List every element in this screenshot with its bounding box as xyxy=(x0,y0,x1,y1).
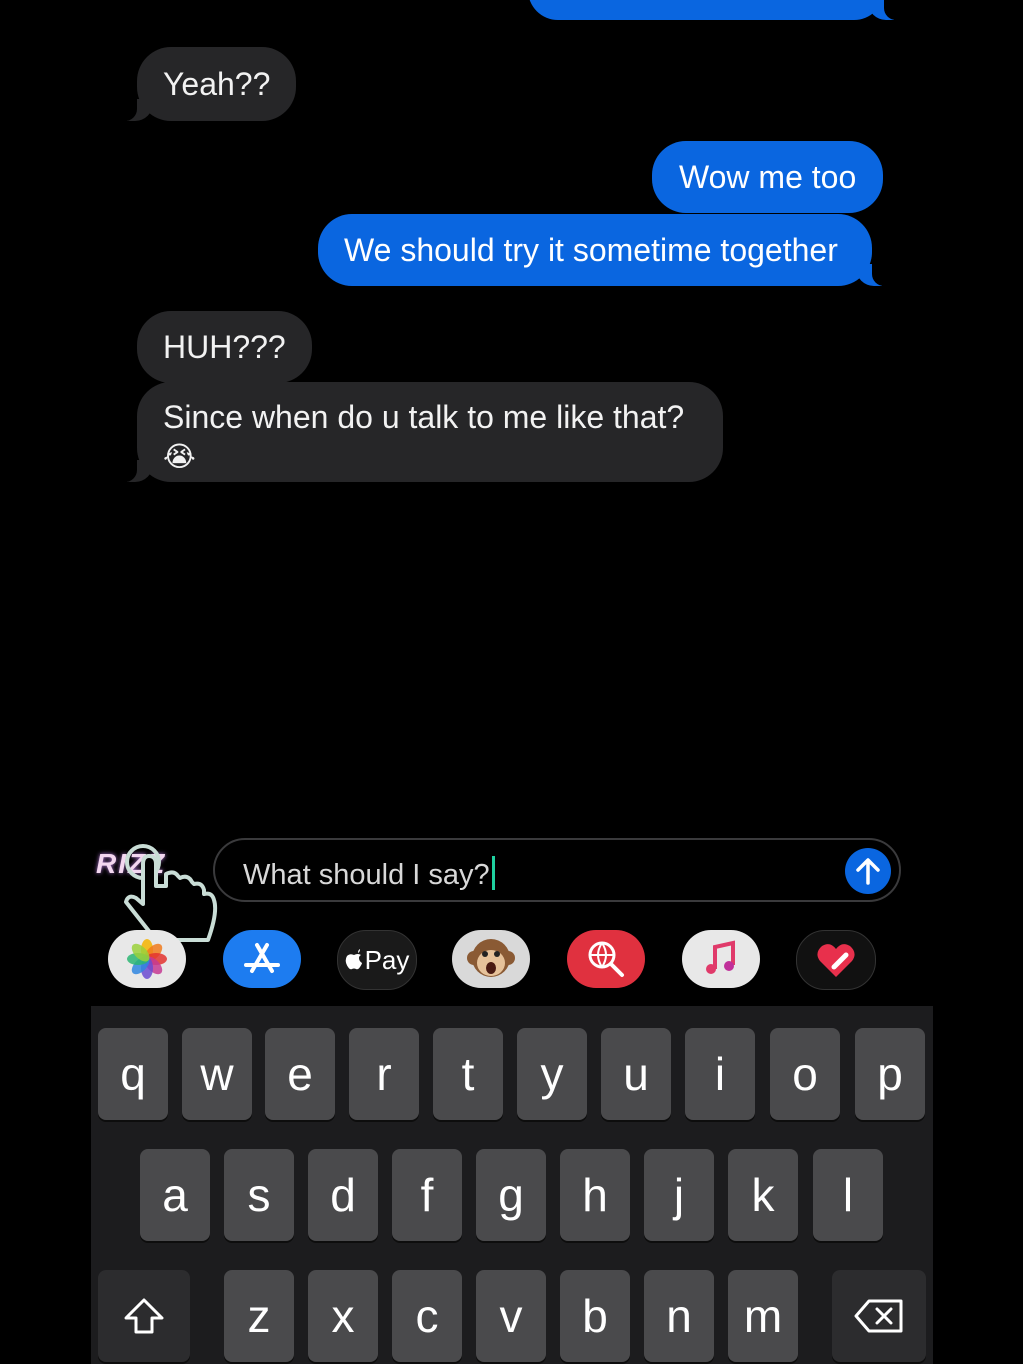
key-e[interactable]: e xyxy=(265,1028,335,1120)
web-search-button[interactable] xyxy=(567,930,645,988)
message-outgoing: We should try it sometime together xyxy=(318,214,894,286)
shift-icon xyxy=(124,1298,164,1334)
apple-pay-button[interactable]: Pay xyxy=(337,930,417,990)
message-text: We should try it sometime together xyxy=(344,232,838,268)
key-t[interactable]: t xyxy=(433,1028,503,1120)
message-incoming: Since when do u talk to me like that? 😭 xyxy=(115,382,723,482)
key-v[interactable]: v xyxy=(476,1270,546,1362)
text-cursor xyxy=(491,856,495,890)
key-k[interactable]: k xyxy=(728,1149,798,1241)
message-input-text: What should I say? xyxy=(243,859,490,891)
key-i[interactable]: i xyxy=(685,1028,755,1120)
message-text: HUH??? xyxy=(163,329,286,365)
key-a[interactable]: a xyxy=(140,1149,210,1241)
key-g[interactable]: g xyxy=(476,1149,546,1241)
key-q[interactable]: q xyxy=(98,1028,168,1120)
key-m[interactable]: m xyxy=(728,1270,798,1362)
key-r[interactable]: r xyxy=(349,1028,419,1120)
key-f[interactable]: f xyxy=(392,1149,462,1241)
app-store-button[interactable] xyxy=(223,930,301,988)
photos-icon xyxy=(127,939,167,979)
message-incoming: Yeah?? xyxy=(114,47,297,121)
key-l[interactable]: l xyxy=(813,1149,883,1241)
apple-pay-label: Pay xyxy=(364,944,410,975)
key-c[interactable]: c xyxy=(392,1270,462,1362)
delete-key[interactable] xyxy=(832,1270,926,1362)
animoji-button[interactable] xyxy=(452,930,530,988)
keyboard: q w e r t y u i o p a s d f g h j k l z … xyxy=(91,1006,933,1364)
arrow-up-icon xyxy=(856,858,880,885)
key-u[interactable]: u xyxy=(601,1028,671,1120)
music-button[interactable] xyxy=(682,930,760,988)
send-button[interactable] xyxy=(845,848,891,894)
key-d[interactable]: d xyxy=(308,1149,378,1241)
key-o[interactable]: o xyxy=(770,1028,840,1120)
key-y[interactable]: y xyxy=(517,1028,587,1120)
message-outgoing-partial xyxy=(528,0,906,20)
crying-emoji: 😭 xyxy=(163,441,196,472)
key-w[interactable]: w xyxy=(182,1028,252,1120)
app-store-icon xyxy=(244,943,280,973)
message-text: Wow me too xyxy=(679,159,857,195)
key-n[interactable]: n xyxy=(644,1270,714,1362)
globe-search-icon xyxy=(588,941,624,977)
monkey-icon xyxy=(467,939,515,977)
message-input[interactable]: What should I say? xyxy=(213,838,901,902)
message-text: Since when do u talk to me like that? xyxy=(163,399,685,435)
message-outgoing: Wow me too xyxy=(652,141,884,213)
message-text: Yeah?? xyxy=(163,66,271,102)
heart-icon xyxy=(817,944,855,977)
backspace-icon xyxy=(854,1299,903,1333)
key-h[interactable]: h xyxy=(560,1149,630,1241)
music-note-icon xyxy=(706,940,735,974)
key-s[interactable]: s xyxy=(224,1149,294,1241)
key-b[interactable]: b xyxy=(560,1270,630,1362)
key-j[interactable]: j xyxy=(644,1149,714,1241)
key-z[interactable]: z xyxy=(224,1270,294,1362)
apple-logo-icon xyxy=(345,949,362,970)
key-p[interactable]: p xyxy=(855,1028,925,1120)
message-incoming: HUH??? xyxy=(137,311,312,383)
key-x[interactable]: x xyxy=(308,1270,378,1362)
photos-app-button[interactable] xyxy=(108,930,186,988)
shift-key[interactable] xyxy=(98,1270,190,1362)
digital-touch-button[interactable] xyxy=(796,930,876,990)
